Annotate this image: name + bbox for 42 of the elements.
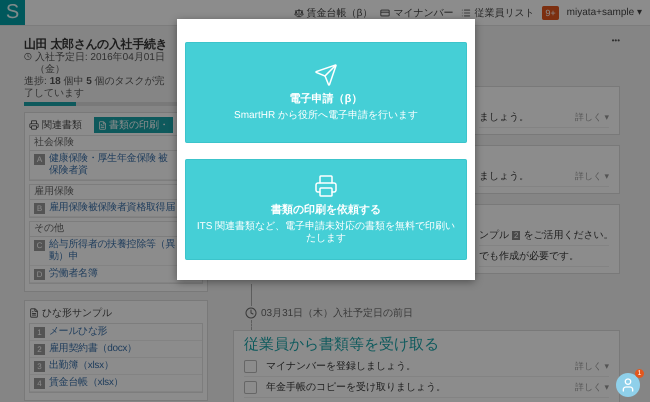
task-text: ンプル — [479, 228, 509, 242]
document-icon — [29, 308, 39, 318]
nav-link[interactable]: マイナンバー — [380, 6, 454, 20]
number-tag: 2 — [512, 230, 520, 240]
scale-icon — [294, 8, 304, 18]
panel-title: ひな形サンプル — [42, 306, 112, 320]
task-text: 年金手帳のコピーを受け取りましょう。 — [266, 380, 446, 394]
printer-icon — [314, 174, 338, 198]
details-link[interactable]: 詳しく ▾ — [574, 110, 609, 124]
panel-title: 関連書類 — [42, 118, 82, 132]
print-request-button[interactable]: 書類の印刷・ — [94, 117, 173, 133]
nav-link[interactable]: 従業員リスト — [461, 6, 534, 20]
notification-badge[interactable]: 9+ — [542, 6, 559, 20]
option-button[interactable]: 書類の印刷を依頼する ITS 関連書類など、電子申請未対応の書類を無料で印刷いたします — [185, 159, 467, 260]
start-date: 入社予定日: 2016年04月01日（金） — [34, 52, 166, 76]
logo[interactable]: S — [0, 0, 25, 25]
nav-link[interactable]: 賃金台帳（β） — [294, 6, 372, 20]
task-checkbox[interactable] — [244, 360, 257, 372]
user-menu[interactable]: miyata+sample ▾ — [566, 7, 642, 18]
section-title: 従業員から書類等を受け取る — [244, 335, 440, 354]
clock-icon — [24, 52, 32, 61]
more-menu[interactable]: ••• — [612, 36, 620, 76]
document-icon — [98, 120, 107, 130]
details-link[interactable]: 詳しく ▾ — [574, 170, 609, 182]
page-title: 山田 太郎さんの入社手続き — [24, 36, 168, 52]
task-text: ましょう。 — [479, 170, 529, 183]
printer-icon — [29, 120, 39, 130]
task-text: ましょう。 — [479, 111, 529, 124]
card-icon — [380, 8, 390, 18]
person-icon — [620, 377, 636, 393]
task-checkbox[interactable] — [244, 380, 257, 394]
list-icon — [461, 8, 472, 18]
progress-text: 進捗: 18 個中 5 個のタスクが完了しています — [24, 76, 166, 100]
details-link[interactable]: 詳しく ▾ — [574, 380, 609, 394]
task-text: をご活用ください。 — [523, 229, 614, 242]
option-button[interactable]: 電子申請（β） SmartHR から役所へ電子申請を行います — [185, 42, 467, 143]
task-text: でも作成が必要です。 — [479, 250, 579, 263]
paper-plane-icon — [314, 63, 338, 87]
details-link[interactable]: 詳しく ▾ — [574, 360, 609, 372]
milestone-date: 03月31日（木）入社予定日の前日 — [261, 306, 414, 320]
task-text: マイナンバーを登録しましょう。 — [266, 360, 416, 373]
clock-icon — [245, 307, 257, 319]
